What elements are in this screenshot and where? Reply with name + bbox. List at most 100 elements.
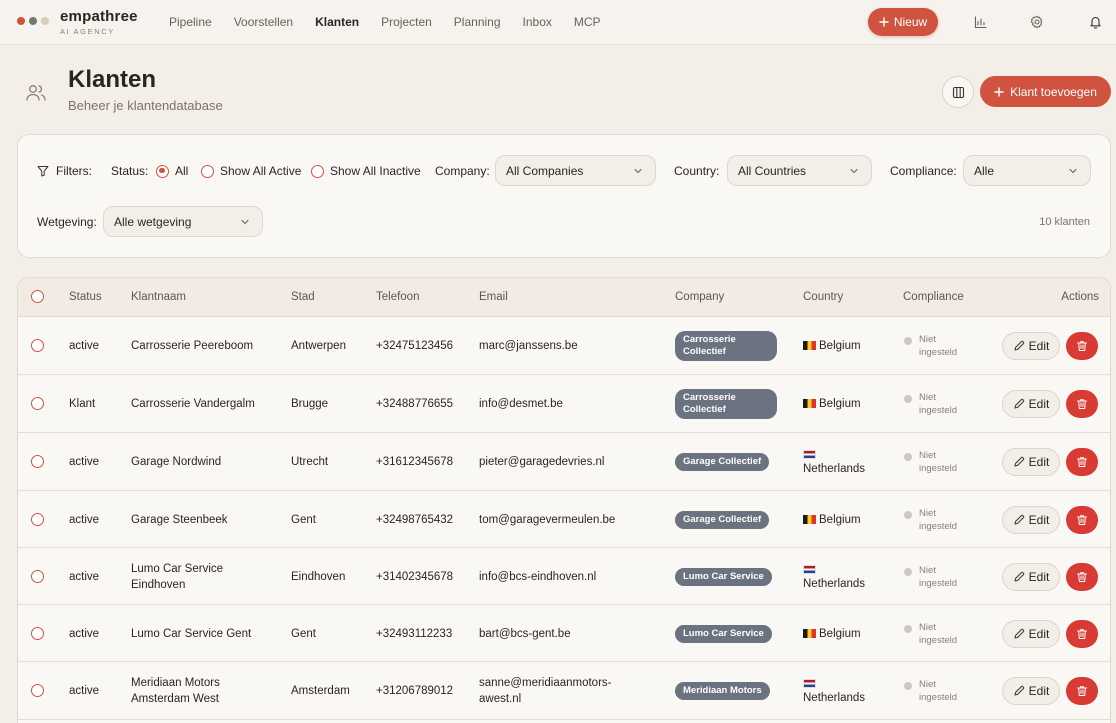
table-row[interactable]: active Garage Nordwind Utrecht +31612345678… (18, 433, 1110, 491)
edit-button[interactable]: Edit (1002, 505, 1060, 534)
clients-table: Status Klantnaam Stad Telefoon Email Com… (17, 277, 1111, 723)
nav-item-voorstellen[interactable]: Voorstellen (234, 15, 293, 29)
page-subtitle: Beheer je klantendatabase (68, 98, 223, 113)
row-checkbox[interactable] (31, 397, 44, 410)
nav-item-projecten[interactable]: Projecten (381, 15, 432, 29)
bell-icon[interactable] (1086, 13, 1104, 31)
edit-button[interactable]: Edit (1002, 390, 1060, 418)
edit-button-label: Edit (1028, 569, 1050, 584)
header-country[interactable]: Country (803, 291, 843, 303)
nav-item-klanten[interactable]: Klanten (315, 15, 359, 29)
header-phone[interactable]: Telefoon (376, 291, 419, 303)
text-line: Lumo Car Service (683, 627, 764, 639)
columns-icon (952, 86, 964, 98)
client-name[interactable]: Lumo Car Service Gent (131, 626, 251, 642)
delete-button[interactable] (1066, 619, 1098, 648)
edit-button[interactable]: Edit (1002, 448, 1060, 476)
row-checkbox[interactable] (31, 339, 44, 352)
header-status[interactable]: Status (69, 291, 102, 303)
country-name: Netherlands (803, 463, 866, 475)
header-company[interactable]: Company (675, 291, 724, 303)
row-checkbox[interactable] (31, 569, 44, 583)
client-name[interactable]: Meridiaan Motors Amsterdam West (131, 675, 220, 707)
pencil-icon (1014, 340, 1024, 351)
status-option-inactive[interactable]: Show All Inactive (311, 164, 421, 178)
edit-button[interactable]: Edit (1002, 562, 1060, 591)
compliance-select[interactable]: Alle (963, 155, 1091, 186)
edit-button[interactable]: Edit (1002, 332, 1060, 360)
country-cell: Netherlands (803, 448, 865, 477)
table-row[interactable]: active Garage Steenbeek Gent +32498765432 to… (18, 491, 1110, 548)
header-email[interactable]: Email (479, 291, 508, 303)
table-row[interactable]: active Lumo Car Service Gent Gent +32493112… (18, 605, 1110, 662)
header-compliance[interactable]: Compliance (903, 291, 964, 303)
delete-button[interactable] (1066, 505, 1098, 534)
client-name[interactable]: Lumo Car Service Eindhoven (131, 561, 223, 593)
table-row[interactable]: active Lumo Car Service Eindhoven Eindhoven… (18, 548, 1110, 605)
wetgeving-select[interactable]: Alle wetgeving (103, 206, 263, 237)
compliance-status-dot (904, 624, 912, 633)
compliance-text: Niet ingesteld (919, 333, 957, 359)
table-row[interactable]: Klant Carrosserie Vandergalm Brugge +324887… (18, 375, 1110, 433)
delete-button[interactable] (1066, 448, 1098, 476)
client-name[interactable]: Garage Steenbeek (131, 512, 228, 528)
country-name: Belgium (819, 340, 861, 352)
status-option-active[interactable]: Show All Active (201, 164, 301, 178)
radio-inactive[interactable] (311, 164, 324, 178)
edit-button-label: Edit (1028, 397, 1050, 411)
delete-button[interactable] (1066, 390, 1098, 418)
client-name[interactable]: Carrosserie Peereboom (131, 338, 253, 354)
text-line: Garage Collectief (683, 456, 762, 467)
company-select[interactable]: All Companies (495, 155, 656, 186)
chart-icon[interactable] (971, 13, 989, 31)
client-name[interactable]: Carrosserie Vandergalm (131, 396, 255, 412)
country-cell: Belgium (803, 512, 861, 528)
nav-item-pipeline[interactable]: Pipeline (169, 15, 212, 29)
email-cell: bart@bcs-gent.be (479, 626, 571, 642)
country-name: Belgium (819, 398, 861, 410)
pencil-icon (1014, 514, 1024, 524)
add-client-button[interactable]: Klant toevoegen (980, 76, 1111, 107)
row-checkbox[interactable] (31, 512, 44, 526)
nav-item-planning[interactable]: Planning (454, 15, 501, 29)
wetgeving-select-value: Alle wetgeving (114, 214, 192, 229)
text-line: ingesteld (919, 520, 958, 532)
new-button[interactable]: Nieuw (868, 8, 938, 36)
delete-button[interactable] (1066, 677, 1098, 705)
header-actions: Actions (1061, 291, 1099, 303)
delete-button[interactable] (1066, 332, 1098, 360)
plus-icon (879, 17, 889, 27)
brand-tagline: AI AGENCY (60, 27, 115, 36)
netherlands-flag-icon (803, 564, 816, 574)
columns-toggle-button[interactable] (942, 76, 974, 108)
pencil-icon (1014, 398, 1024, 409)
client-name[interactable]: Garage Nordwind (131, 454, 221, 470)
text-line: pieter@garagedevries.nl (479, 456, 605, 468)
row-checkbox[interactable] (31, 455, 44, 468)
radio-all[interactable] (156, 164, 169, 178)
nav-item-mcp[interactable]: MCP (574, 15, 601, 29)
pencil-icon (1014, 456, 1024, 467)
gear-icon[interactable] (1028, 13, 1046, 31)
delete-button[interactable] (1066, 562, 1098, 591)
header-city[interactable]: Stad (291, 291, 315, 303)
edit-button[interactable]: Edit (1002, 677, 1060, 705)
edit-button[interactable]: Edit (1002, 619, 1060, 648)
text-line: Carrosserie Vandergalm (131, 398, 255, 410)
header-name[interactable]: Klantnaam (131, 291, 186, 303)
radio-active[interactable] (201, 164, 214, 178)
status-cell: Klant (69, 398, 96, 410)
country-select[interactable]: All Countries (727, 155, 872, 186)
row-checkbox[interactable] (31, 684, 44, 697)
compliance-cell: Niet ingesteld (904, 564, 957, 590)
row-checkbox[interactable] (31, 626, 44, 640)
table-row[interactable]: active Carrosserie Peereboom Antwerpen +324… (18, 317, 1110, 375)
compliance-status-dot (904, 337, 912, 345)
nav-item-inbox[interactable]: Inbox (523, 15, 552, 29)
table-row[interactable]: active Meridiaan Motors Amsterdam West Amst… (18, 662, 1110, 720)
text-line: ingesteld (919, 463, 958, 474)
page-title: Klanten (68, 66, 157, 93)
select-all-checkbox[interactable] (31, 290, 44, 303)
brand-logo[interactable]: empathree AI AGENCY (60, 8, 138, 36)
status-option-all[interactable]: All (156, 164, 188, 178)
